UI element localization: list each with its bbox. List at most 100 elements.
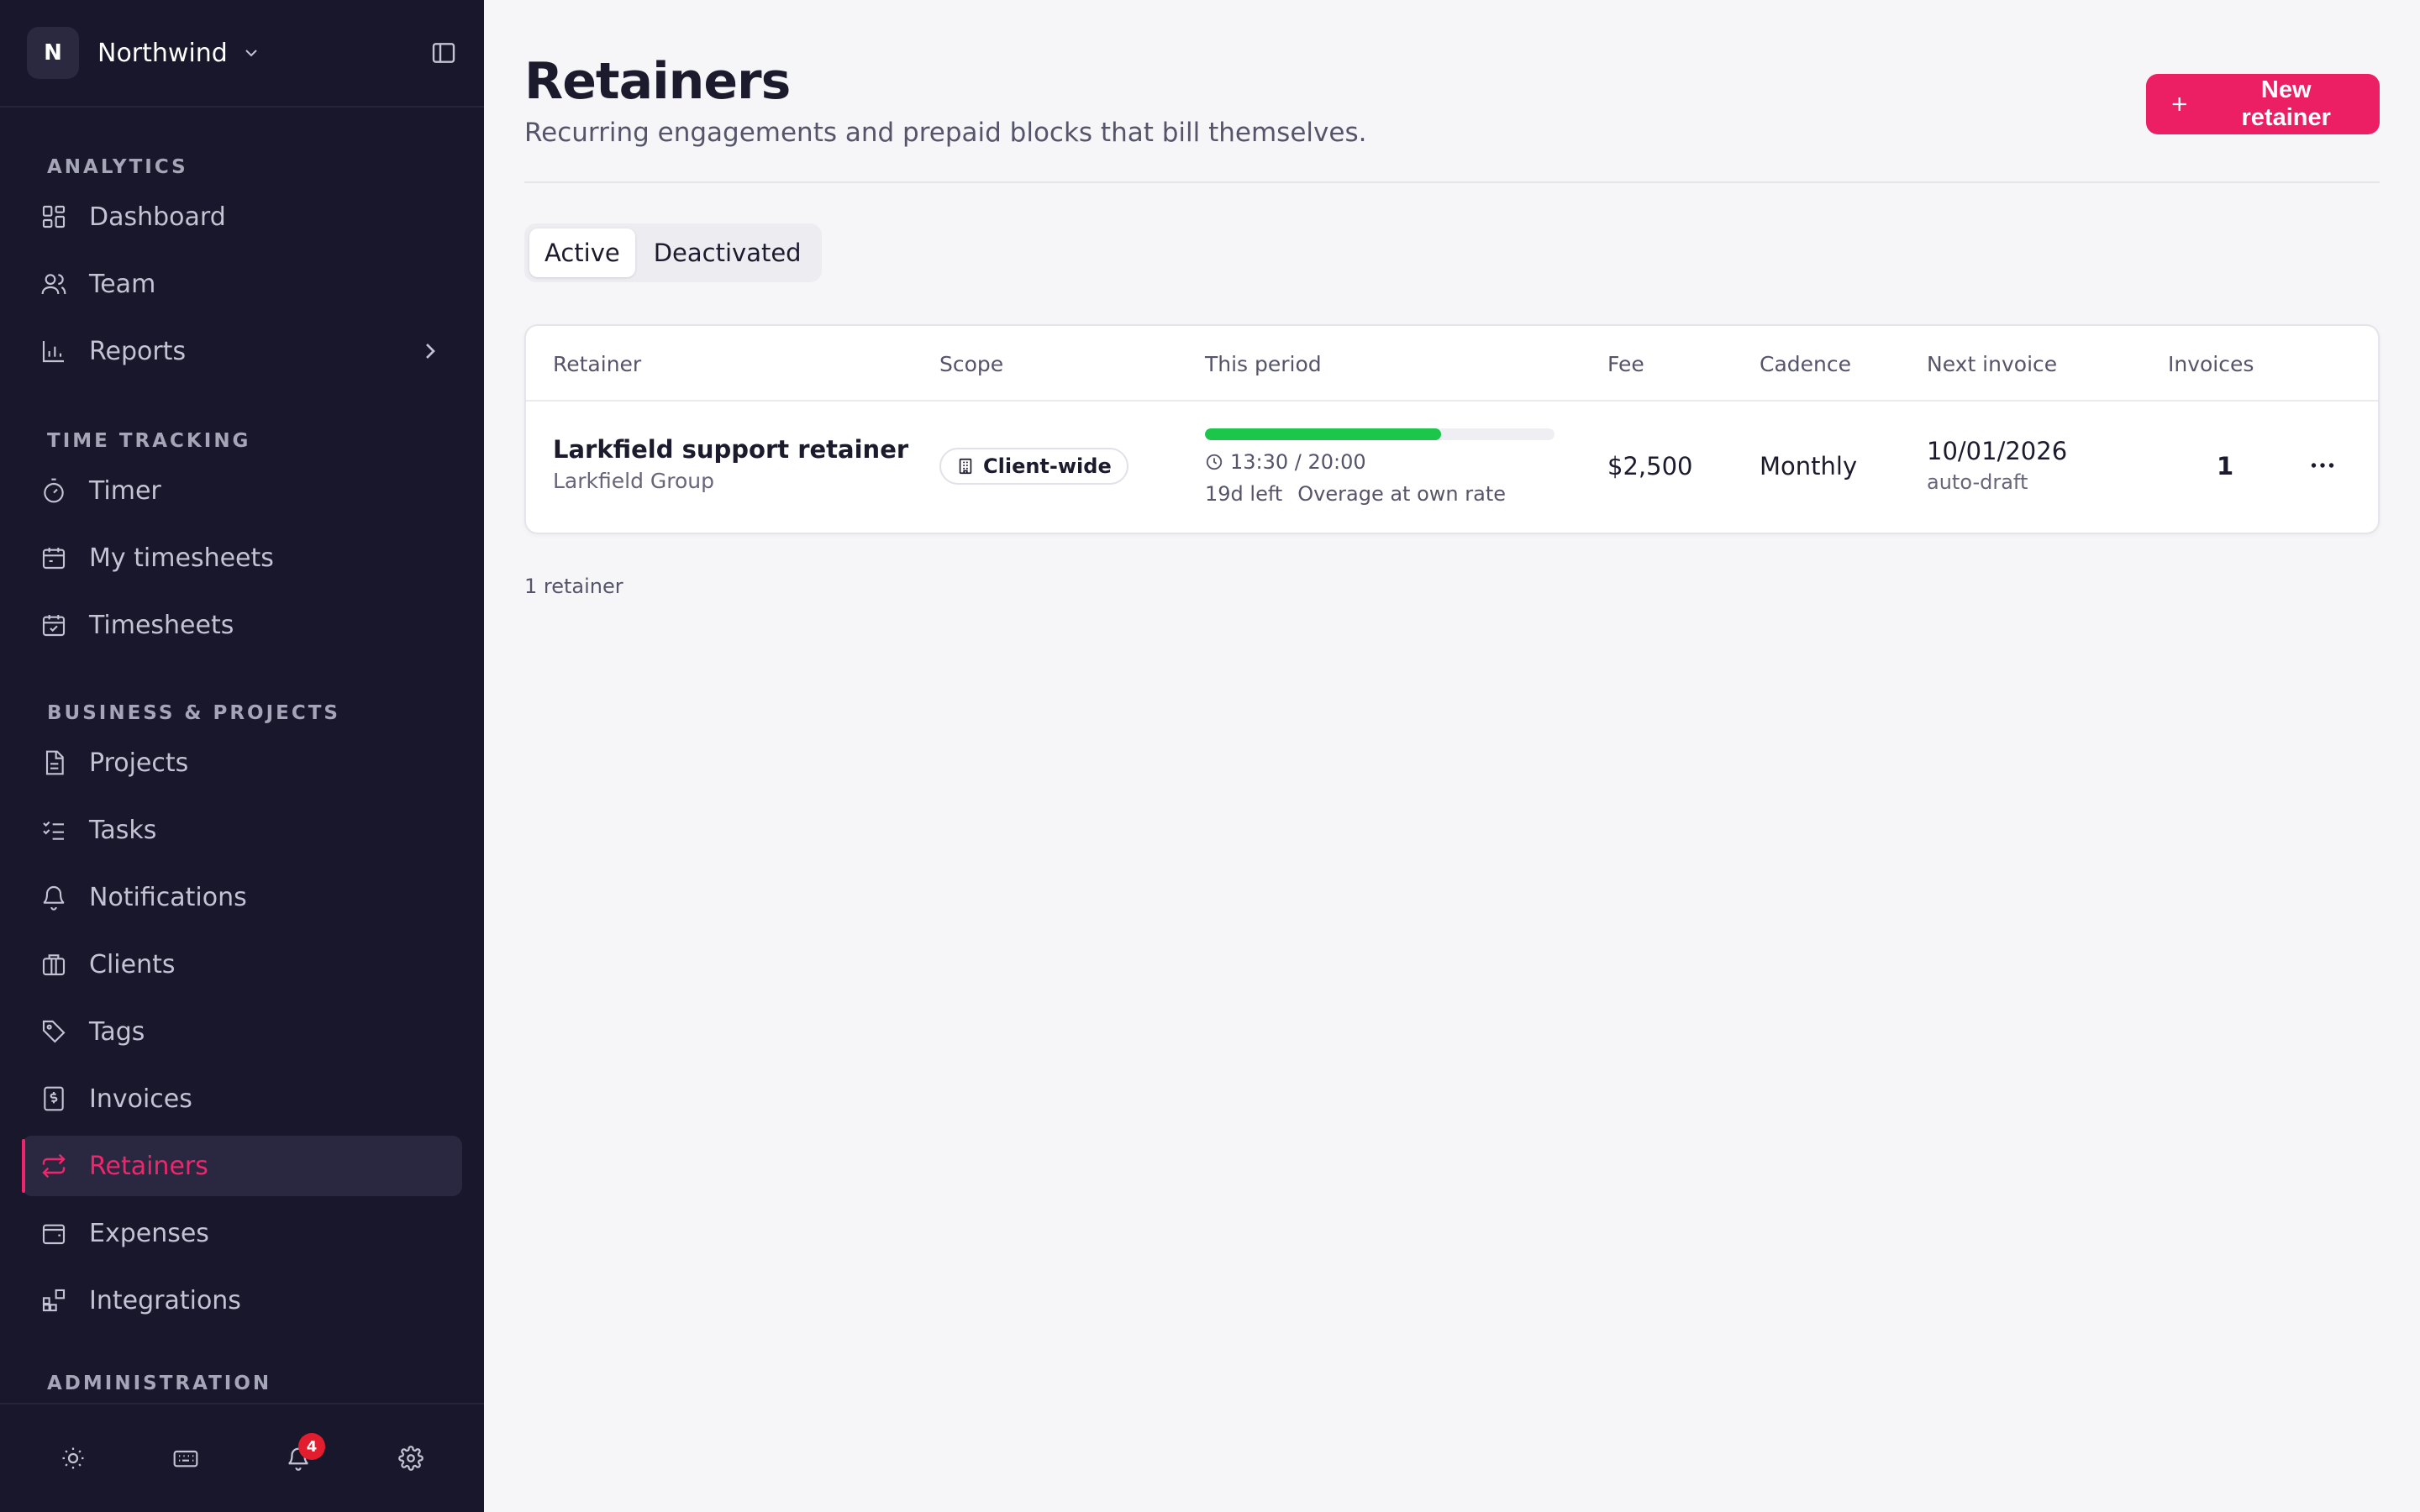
retainer-client: Larkfield Group bbox=[553, 469, 715, 493]
sidebar-item-label: Notifications bbox=[89, 882, 247, 912]
sidebar-item-tasks[interactable]: Tasks bbox=[22, 800, 462, 860]
sidebar-item-invoices[interactable]: Invoices bbox=[22, 1068, 462, 1129]
column-header-retainer[interactable]: Retainer bbox=[553, 326, 641, 402]
tag-icon bbox=[42, 1020, 66, 1043]
clock-icon bbox=[1206, 454, 1223, 470]
next-invoice-cell: 10/01/2026 auto-draft bbox=[1927, 437, 2067, 494]
document-icon bbox=[45, 750, 64, 775]
sidebar-item-label: Timer bbox=[89, 475, 161, 506]
next-invoice-date: 10/01/2026 bbox=[1927, 437, 2068, 465]
column-header-fee[interactable]: Fee bbox=[1607, 326, 1644, 402]
retainers-table: Retainer Scope This period Fee Cadence N… bbox=[524, 324, 2380, 534]
fee-value: $2,500 bbox=[1607, 452, 1693, 480]
settings-button[interactable] bbox=[387, 1435, 434, 1482]
invoice-count[interactable]: 1 bbox=[2217, 452, 2233, 480]
section-title-business-projects: BUSINESS & PROJECTS bbox=[47, 702, 340, 724]
building-icon bbox=[959, 458, 972, 475]
plus-icon bbox=[2172, 97, 2186, 112]
overage-note: Overage at own rate bbox=[1297, 482, 1506, 506]
new-retainer-button[interactable]: New retainer bbox=[2146, 74, 2380, 134]
cadence-value: Monthly bbox=[1760, 452, 1858, 480]
theme-toggle-button[interactable] bbox=[50, 1435, 97, 1482]
page-header: Retainers Recurring engagements and prep… bbox=[524, 0, 2380, 183]
sidebar-item-label: Dashboard bbox=[89, 202, 226, 232]
period-details: 19d left Overage at own rate bbox=[1205, 482, 1555, 506]
days-left: 19d left bbox=[1205, 482, 1283, 506]
sidebar-item-tags[interactable]: Tags bbox=[22, 1001, 462, 1062]
sidebar-item-label: Projects bbox=[89, 748, 189, 778]
period-progress-bar bbox=[1205, 428, 1555, 440]
sidebar-toggle-icon[interactable] bbox=[430, 39, 457, 66]
wallet-icon bbox=[42, 1224, 66, 1245]
sidebar-item-reports[interactable]: Reports bbox=[22, 321, 462, 381]
row-actions-button[interactable] bbox=[2307, 450, 2338, 484]
sidebar: N Northwind ANALYTICS Dashboard Team Rep… bbox=[0, 0, 484, 1512]
sidebar-item-clients[interactable]: Clients bbox=[22, 934, 462, 995]
sidebar-item-label: Tags bbox=[89, 1016, 145, 1047]
calendar-icon bbox=[42, 548, 66, 570]
sidebar-item-notifications[interactable]: Notifications bbox=[22, 867, 462, 927]
column-header-cadence[interactable]: Cadence bbox=[1760, 326, 1851, 402]
sun-icon bbox=[62, 1447, 84, 1469]
scope-badge: Client-wide bbox=[939, 448, 1128, 485]
new-retainer-label: New retainer bbox=[2241, 76, 2331, 131]
scope-cell: Client-wide bbox=[939, 448, 1128, 485]
workspace-header: N Northwind bbox=[0, 0, 484, 108]
sidebar-item-timesheets[interactable]: Timesheets bbox=[22, 595, 462, 655]
sidebar-item-dashboard[interactable]: Dashboard bbox=[22, 186, 462, 247]
calendar-check-icon bbox=[42, 615, 66, 637]
chevron-right-icon bbox=[417, 338, 444, 365]
keyboard-icon bbox=[173, 1450, 198, 1467]
next-invoice-note: auto-draft bbox=[1927, 470, 2028, 494]
table-header: Retainer Scope This period Fee Cadence N… bbox=[526, 326, 2378, 402]
period-hours: 13:30 / 20:00 bbox=[1205, 450, 1555, 474]
sidebar-item-label: Invoices bbox=[89, 1084, 192, 1114]
invoice-dollar-icon bbox=[44, 1086, 64, 1111]
sidebar-item-integrations[interactable]: Integrations bbox=[22, 1270, 462, 1331]
repeat-icon bbox=[42, 1153, 66, 1179]
checklist-icon bbox=[43, 821, 64, 840]
retainer-name[interactable]: Larkfield support retainer bbox=[553, 435, 908, 464]
section-title-administration: ADMINISTRATION bbox=[47, 1373, 272, 1394]
bell-icon bbox=[43, 886, 65, 911]
sidebar-item-timer[interactable]: Timer bbox=[22, 460, 462, 521]
dashboard-icon bbox=[42, 205, 66, 228]
main-content: Retainers Recurring engagements and prep… bbox=[484, 0, 2420, 1512]
sidebar-item-label: Integrations bbox=[89, 1285, 241, 1315]
sidebar-item-label: Reports bbox=[89, 336, 187, 366]
section-title-analytics: ANALYTICS bbox=[47, 156, 188, 178]
column-header-this-period[interactable]: This period bbox=[1205, 326, 1322, 402]
sidebar-item-label: My timesheets bbox=[89, 543, 274, 573]
period-progress-fill bbox=[1205, 428, 1441, 440]
table-row[interactable]: Larkfield support retainer Larkfield Gro… bbox=[526, 402, 2378, 533]
sidebar-item-team[interactable]: Team bbox=[22, 254, 462, 314]
status-tabs: Active Deactivated bbox=[524, 223, 822, 282]
workspace-name[interactable]: Northwind bbox=[97, 39, 228, 68]
sidebar-item-label: Clients bbox=[89, 949, 176, 979]
chevron-down-icon[interactable] bbox=[241, 43, 261, 63]
notifications-button[interactable]: 4 bbox=[275, 1433, 325, 1482]
sidebar-item-my-timesheets[interactable]: My timesheets bbox=[22, 528, 462, 588]
sidebar-footer: 4 bbox=[0, 1403, 484, 1512]
workspace-avatar[interactable]: N bbox=[27, 27, 79, 79]
gear-icon bbox=[398, 1446, 424, 1471]
sidebar-item-label: Timesheets bbox=[89, 610, 234, 640]
keyboard-shortcuts-button[interactable] bbox=[162, 1435, 209, 1482]
sidebar-item-expenses[interactable]: Expenses bbox=[22, 1203, 462, 1263]
sidebar-item-retainers[interactable]: Retainers bbox=[22, 1136, 462, 1196]
puzzle-grid-icon bbox=[42, 1289, 66, 1312]
column-header-invoices[interactable]: Invoices bbox=[2168, 326, 2254, 402]
more-horizontal-icon bbox=[2311, 463, 2334, 468]
sidebar-item-label: Retainers bbox=[89, 1151, 208, 1181]
retainer-count: 1 retainer bbox=[524, 575, 623, 598]
tab-active[interactable]: Active bbox=[529, 228, 635, 277]
column-header-next-invoice[interactable]: Next invoice bbox=[1927, 326, 2057, 402]
tab-deactivated[interactable]: Deactivated bbox=[639, 228, 817, 277]
scope-label: Client-wide bbox=[983, 454, 1112, 478]
page-subtitle: Recurring engagements and prepaid blocks… bbox=[524, 118, 1367, 148]
section-title-time-tracking: TIME TRACKING bbox=[47, 430, 251, 452]
period-hours-value: 13:30 / 20:00 bbox=[1230, 450, 1366, 474]
column-header-scope[interactable]: Scope bbox=[939, 326, 1003, 402]
page-title: Retainers bbox=[524, 52, 791, 111]
sidebar-item-projects[interactable]: Projects bbox=[22, 732, 462, 793]
